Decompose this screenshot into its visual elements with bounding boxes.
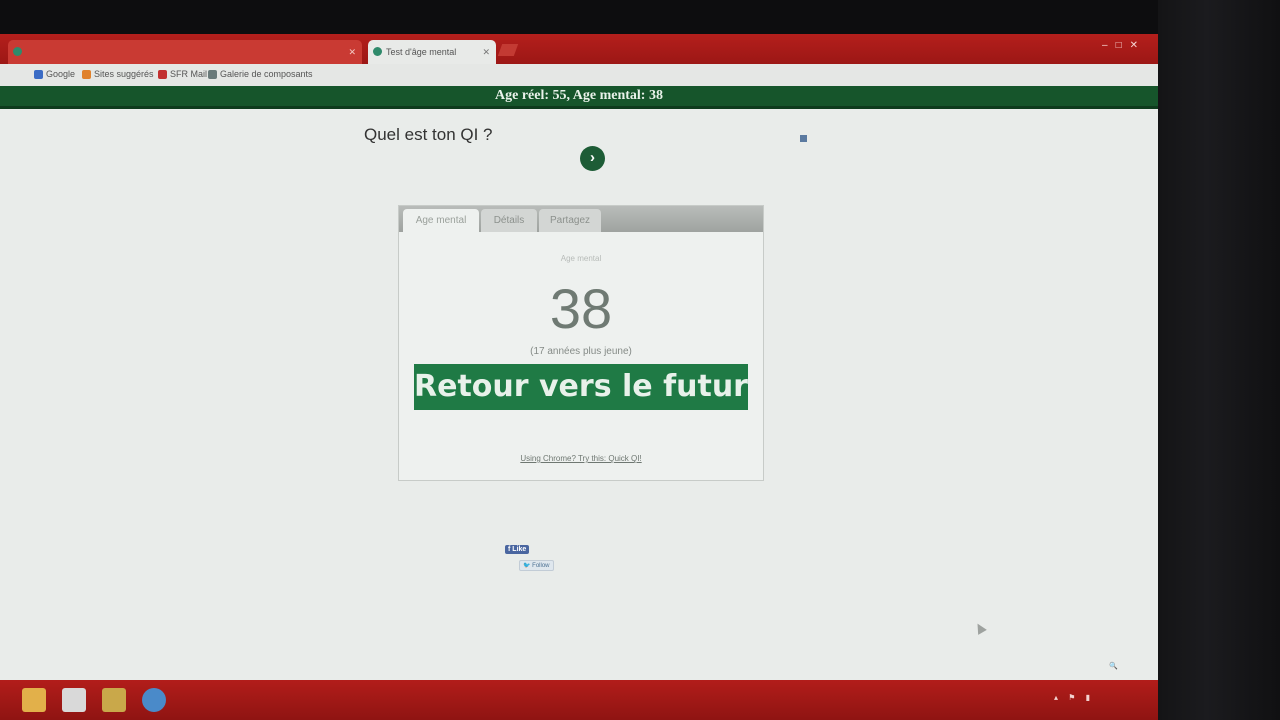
tab-strip: ✕ Test d'âge mental ✕ –□✕ xyxy=(0,34,1158,64)
gallery-icon xyxy=(208,69,217,79)
monitor-bezel xyxy=(1158,0,1280,720)
facebook-like-button[interactable]: f Like xyxy=(505,545,530,554)
close-window-icon[interactable]: ✕ xyxy=(1130,40,1146,51)
mental-age-value: 38 xyxy=(549,277,613,340)
page-content: Quel est ton QI ? › Age mental Détails P… xyxy=(0,109,1158,664)
window-controls[interactable]: –□✕ xyxy=(1102,40,1146,51)
twitter-follow-button[interactable]: 🐦 Follow xyxy=(519,560,554,571)
follow-label: Follow xyxy=(532,563,550,569)
browser-icon[interactable] xyxy=(142,688,166,712)
tab-active-title: Test d'âge mental xyxy=(386,47,457,57)
file-explorer-icon[interactable] xyxy=(22,688,46,712)
facebook-icon: f xyxy=(508,546,511,553)
bookmark-google[interactable]: Google xyxy=(34,69,75,79)
tab-active[interactable]: Test d'âge mental ✕ xyxy=(368,40,496,64)
favicon-icon xyxy=(373,47,382,56)
tab-background[interactable]: ✕ xyxy=(8,40,362,64)
zoom-indicator[interactable]: 🔍 xyxy=(1109,662,1118,670)
facebook-like: f Like xyxy=(505,545,705,554)
age-banner: Age réel: 55, Age mental: 38 xyxy=(0,86,1158,109)
bookmark-component-gallery[interactable]: Galerie de composants xyxy=(208,69,313,79)
bookmark-suggested-sites[interactable]: Sites suggérés xyxy=(82,69,154,79)
google-icon xyxy=(34,69,43,79)
chrome-extension-link[interactable]: Using Chrome? Try this: Quick QI! xyxy=(399,454,763,463)
minimize-icon[interactable]: – xyxy=(1102,40,1116,51)
like-label: Like xyxy=(512,546,527,553)
iq-promo-title[interactable]: Quel est ton QI ? xyxy=(364,125,624,145)
paint-icon[interactable] xyxy=(102,688,126,712)
suggested-sites-icon xyxy=(82,69,91,79)
tab-share[interactable]: Partagez xyxy=(539,209,601,232)
social-widgets: f Like 🐦 Follow xyxy=(505,545,705,571)
new-tab-button[interactable] xyxy=(497,44,519,56)
bookmark-label: Galerie de composants xyxy=(220,69,313,79)
mouse-pointer-icon xyxy=(973,621,987,635)
close-tab-icon[interactable]: ✕ xyxy=(482,40,490,64)
tab-age-mental[interactable]: Age mental xyxy=(403,209,479,232)
twitter-icon: 🐦 xyxy=(523,563,531,569)
iq-go-button[interactable]: › xyxy=(580,146,605,171)
age-difference: (17 années plus jeune) xyxy=(530,346,632,357)
system-tray[interactable]: ▴ ⚑ ▮ xyxy=(1054,693,1094,702)
sfr-mail-icon xyxy=(158,69,167,79)
tab-details[interactable]: Détails xyxy=(481,209,537,232)
twitter-follow: 🐦 Follow xyxy=(519,560,705,571)
bookmark-label: Google xyxy=(46,69,76,79)
close-tab-icon[interactable]: ✕ xyxy=(348,40,356,64)
media-player-icon[interactable] xyxy=(62,688,86,712)
result-card: Age mental Détails Partagez Age mental 3… xyxy=(398,205,764,481)
result-tabs: Age mental Détails Partagez xyxy=(399,206,763,232)
favicon-icon xyxy=(13,47,22,56)
bookmark-sfr-mail[interactable]: SFR Mail xyxy=(158,69,207,79)
bookmark-label: SFR Mail xyxy=(170,69,208,79)
mental-age-caption: Age mental xyxy=(560,254,602,263)
chevron-right-icon: › xyxy=(590,149,595,166)
taskbar: ▴ ⚑ ▮ xyxy=(0,680,1158,720)
back-to-future-button[interactable]: Retour vers le futur xyxy=(414,364,748,410)
ad-info-icon[interactable] xyxy=(800,135,807,142)
bookmarks-bar: Google Sites suggérés SFR Mail Galerie d… xyxy=(0,64,1158,87)
bookmark-label: Sites suggérés xyxy=(94,69,154,79)
browser-screen: ✕ Test d'âge mental ✕ –□✕ Google Sites s… xyxy=(0,34,1158,720)
maximize-icon[interactable]: □ xyxy=(1116,40,1130,51)
